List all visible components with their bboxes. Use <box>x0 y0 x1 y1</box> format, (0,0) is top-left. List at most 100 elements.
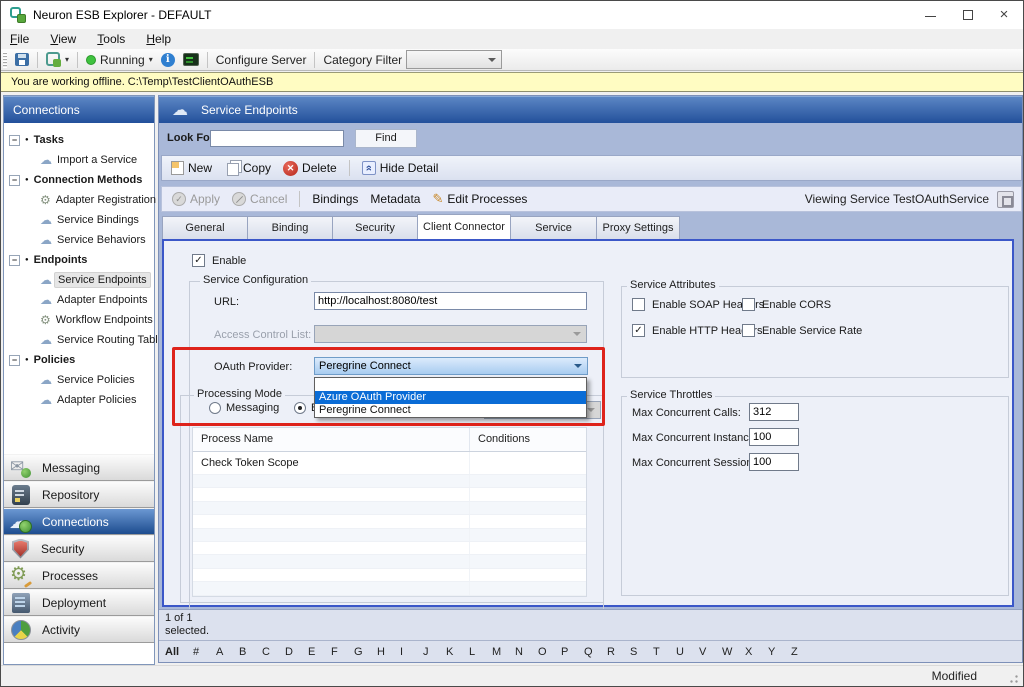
alpha-c[interactable]: C <box>262 646 285 658</box>
nav-activity[interactable]: Activity <box>4 616 154 643</box>
enable-cors-checkbox[interactable] <box>742 298 755 311</box>
panel-toggle-button[interactable] <box>997 191 1014 208</box>
look-for-input[interactable] <box>210 130 344 147</box>
cancel-button[interactable]: Cancel <box>228 192 291 206</box>
nav-messaging[interactable]: Messaging <box>4 454 154 481</box>
alpha-p[interactable]: P <box>561 646 584 658</box>
menu-help[interactable]: Help <box>137 29 180 49</box>
tree-item-service-endpoints[interactable]: ☁Service Endpoints <box>4 270 154 290</box>
tree-item-adapter-policies[interactable]: ☁Adapter Policies <box>4 390 154 410</box>
tree-item-service-routing-tables[interactable]: ☁Service Routing Tables <box>4 330 154 350</box>
max-concurrent-calls-input[interactable] <box>749 403 799 421</box>
hide-detail-button[interactable]: »Hide Detail <box>358 161 443 175</box>
alpha-w[interactable]: W <box>722 646 745 658</box>
tree-group-tasks[interactable]: −●Tasks <box>4 130 154 150</box>
alpha-t[interactable]: T <box>653 646 676 658</box>
alpha-hash[interactable]: # <box>193 646 216 658</box>
alpha-y[interactable]: Y <box>768 646 791 658</box>
column-conditions[interactable]: Conditions <box>470 428 586 451</box>
collapse-icon[interactable]: − <box>9 135 20 146</box>
running-status-button[interactable]: Running ▾ <box>82 53 157 67</box>
edit-processes-button[interactable]: ✎Edit Processes <box>428 191 531 207</box>
tab-security[interactable]: Security <box>332 216 418 239</box>
menu-view[interactable]: View <box>41 29 85 49</box>
tree-item-service-policies[interactable]: ☁Service Policies <box>4 370 154 390</box>
alpha-g[interactable]: G <box>354 646 377 658</box>
info-button[interactable]: i <box>157 53 179 67</box>
maximize-button[interactable] <box>951 1 985 29</box>
alpha-u[interactable]: U <box>676 646 699 658</box>
resize-grip[interactable] <box>1006 671 1019 684</box>
alpha-n[interactable]: N <box>515 646 538 658</box>
close-button[interactable]: × <box>987 1 1021 29</box>
max-concurrent-sessions-input[interactable] <box>749 453 799 471</box>
collapse-icon[interactable]: − <box>9 355 20 366</box>
alpha-d[interactable]: D <box>285 646 308 658</box>
menu-tools[interactable]: Tools <box>88 29 134 49</box>
alpha-i[interactable]: I <box>400 646 423 658</box>
tree-item-import-a-service[interactable]: ☁Import a Service <box>4 150 154 170</box>
alpha-f[interactable]: F <box>331 646 354 658</box>
save-button[interactable] <box>11 53 33 66</box>
alpha-x[interactable]: X <box>745 646 768 658</box>
max-concurrent-instances-input[interactable] <box>749 428 799 446</box>
alpha-h[interactable]: H <box>377 646 400 658</box>
alpha-k[interactable]: K <box>446 646 469 658</box>
alpha-o[interactable]: O <box>538 646 561 658</box>
tree-item-adapter-registration[interactable]: ⚙Adapter Registration <box>4 190 154 210</box>
column-process-name[interactable]: Process Name <box>193 428 470 451</box>
nav-connections[interactable]: Connections <box>4 508 154 535</box>
dropdown-option-empty[interactable] <box>315 378 586 391</box>
connect-button[interactable]: ▾ <box>42 52 73 67</box>
tree-group-policies[interactable]: −●Policies <box>4 350 154 370</box>
metadata-button[interactable]: Metadata <box>366 192 424 206</box>
radio-messaging[interactable]: Messaging <box>209 402 279 414</box>
alpha-r[interactable]: R <box>607 646 630 658</box>
tab-general[interactable]: General <box>162 216 248 239</box>
tree-item-service-behaviors[interactable]: ☁Service Behaviors <box>4 230 154 250</box>
alpha-v[interactable]: V <box>699 646 722 658</box>
url-input[interactable] <box>314 292 587 310</box>
tab-binding[interactable]: Binding <box>247 216 333 239</box>
alpha-m[interactable]: M <box>492 646 515 658</box>
nav-repository[interactable]: Repository <box>4 481 154 508</box>
nav-processes[interactable]: Processes <box>4 562 154 589</box>
enable-checkbox[interactable]: ✓ <box>192 254 205 267</box>
enable-http-headers-checkbox[interactable]: ✓ <box>632 324 645 337</box>
tab-proxy-settings[interactable]: Proxy Settings <box>596 216 680 239</box>
alpha-l[interactable]: L <box>469 646 492 658</box>
tree-group-connection-methods[interactable]: −●Connection Methods <box>4 170 154 190</box>
enable-soap-headers-checkbox[interactable] <box>632 298 645 311</box>
alpha-j[interactable]: J <box>423 646 446 658</box>
dropdown-option-peregrine[interactable]: Peregrine Connect <box>315 404 586 417</box>
minimize-button[interactable] <box>913 1 947 29</box>
bindings-button[interactable]: Bindings <box>308 192 362 206</box>
alpha-all[interactable]: All <box>165 646 193 658</box>
enable-service-rate-checkbox[interactable] <box>742 324 755 337</box>
category-filter-select[interactable] <box>406 50 502 69</box>
tree-item-service-bindings[interactable]: ☁Service Bindings <box>4 210 154 230</box>
tab-service-connector[interactable]: Service Connector <box>510 216 597 239</box>
alpha-z[interactable]: Z <box>791 646 814 658</box>
alpha-e[interactable]: E <box>308 646 331 658</box>
tree-group-endpoints[interactable]: −●Endpoints <box>4 250 154 270</box>
collapse-icon[interactable]: − <box>9 255 20 266</box>
new-button[interactable]: New <box>167 161 216 175</box>
nav-security[interactable]: Security <box>4 535 154 562</box>
find-button[interactable]: Find <box>355 129 417 148</box>
table-row[interactable]: Check Token Scope <box>193 452 586 475</box>
console-button[interactable] <box>179 53 203 66</box>
delete-button[interactable]: ✕Delete <box>279 161 341 176</box>
tree-item-workflow-endpoints[interactable]: ⚙Workflow Endpoints <box>4 310 154 330</box>
apply-button[interactable]: ✓Apply <box>168 192 224 206</box>
dropdown-option-azure[interactable]: Azure OAuth Provider <box>315 391 586 404</box>
alpha-b[interactable]: B <box>239 646 262 658</box>
tree-item-adapter-endpoints[interactable]: ☁Adapter Endpoints <box>4 290 154 310</box>
tab-client-connector[interactable]: Client Connector <box>417 214 511 239</box>
copy-button[interactable]: Copy <box>220 160 275 176</box>
acl-select[interactable] <box>314 325 587 343</box>
configure-server-button[interactable]: Configure Server <box>212 53 311 67</box>
alpha-a[interactable]: A <box>216 646 239 658</box>
alpha-s[interactable]: S <box>630 646 653 658</box>
alpha-q[interactable]: Q <box>584 646 607 658</box>
